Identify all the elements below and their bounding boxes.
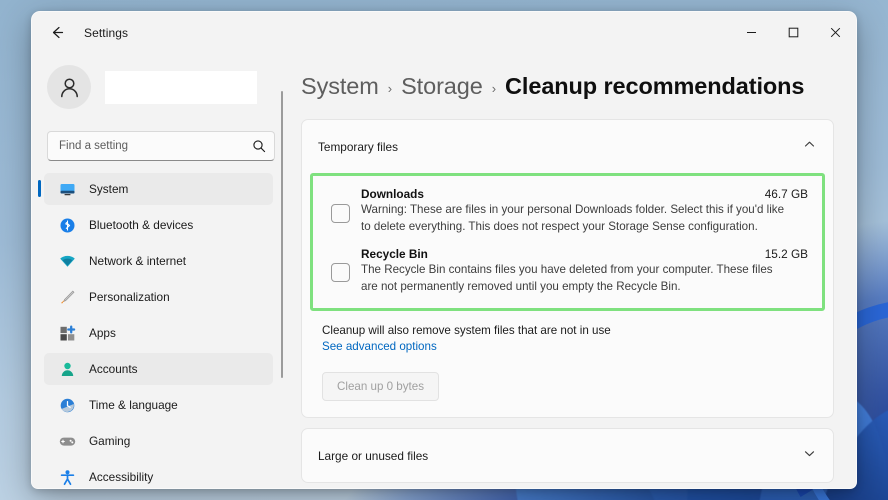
breadcrumb: System › Storage › Cleanup recommendatio… — [301, 53, 834, 109]
sidebar-item-label: System — [89, 182, 129, 196]
sidebar: System Bluetooth & devices — [32, 53, 287, 488]
sidebar-scrollbar[interactable] — [281, 91, 283, 378]
sidebar-item-label: Gaming — [89, 434, 131, 448]
temporary-files-card-header[interactable]: Temporary files — [302, 120, 833, 173]
cleanup-footer: Cleanup will also remove system files th… — [302, 311, 833, 417]
sidebar-item-accounts[interactable]: Accounts — [44, 353, 273, 385]
see-advanced-options-link[interactable]: See advanced options — [322, 340, 437, 353]
window-controls — [730, 12, 856, 53]
breadcrumb-item-storage[interactable]: Storage — [401, 73, 483, 100]
clock-icon — [58, 396, 76, 414]
app-title: Settings — [84, 25, 129, 40]
apps-grid-icon — [58, 324, 76, 342]
accessibility-icon — [58, 468, 76, 486]
sidebar-item-label: Accessibility — [89, 470, 154, 484]
sidebar-item-network-internet[interactable]: Network & internet — [44, 245, 273, 277]
paintbrush-icon — [58, 288, 76, 306]
minimize-icon — [746, 32, 756, 33]
account-name-redacted — [105, 70, 257, 104]
search-box[interactable] — [47, 131, 275, 161]
sidebar-item-label: Accounts — [89, 362, 138, 376]
chevron-right-icon: › — [387, 80, 393, 96]
account-block[interactable] — [47, 61, 287, 113]
chevron-down-icon[interactable] — [803, 447, 816, 465]
sidebar-item-label: Apps — [89, 326, 116, 340]
downloads-header: Downloads 46.7 GB — [361, 187, 808, 201]
person-icon — [58, 360, 76, 378]
arrow-left-icon — [52, 26, 63, 39]
downloads-body: Downloads 46.7 GB Warning: These are fil… — [361, 187, 808, 235]
sidebar-item-apps[interactable]: Apps — [44, 317, 273, 349]
chevron-right-icon: › — [491, 80, 497, 96]
card-title: Large or unused files — [318, 448, 429, 463]
sidebar-item-label: Bluetooth & devices — [89, 218, 194, 232]
sidebar-item-accessibility[interactable]: Accessibility — [44, 461, 273, 488]
sidebar-item-label: Network & internet — [89, 254, 187, 268]
breadcrumb-item-system[interactable]: System — [301, 73, 379, 100]
highlight-annotation: Downloads 46.7 GB Warning: These are fil… — [310, 173, 825, 311]
large-or-unused-files-card: Large or unused files — [301, 428, 834, 483]
wifi-icon — [58, 252, 76, 270]
recycle-bin-checkbox[interactable] — [331, 263, 350, 282]
sidebar-item-time-language[interactable]: Time & language — [44, 389, 273, 421]
cleanup-item-recycle-bin: Recycle Bin 15.2 GB The Recycle Bin cont… — [313, 243, 822, 308]
content-area: System › Storage › Cleanup recommendatio… — [287, 53, 856, 488]
maximize-icon — [788, 27, 798, 38]
sidebar-nav: System Bluetooth & devices Network & int… — [38, 173, 287, 488]
recycle-bin-description: The Recycle Bin contains files you have … — [361, 263, 773, 293]
page-title: Cleanup recommendations — [505, 72, 805, 99]
downloads-checkbox[interactable] — [331, 204, 350, 223]
large-or-unused-files-card-header[interactable]: Large or unused files — [302, 429, 833, 482]
close-icon — [830, 27, 840, 38]
clean-up-button[interactable]: Clean up 0 bytes — [322, 372, 440, 401]
sidebar-item-personalization[interactable]: Personalization — [44, 281, 273, 313]
close-button[interactable] — [814, 12, 856, 53]
title-bar[interactable]: Settings — [32, 12, 856, 53]
search-icon[interactable] — [252, 139, 266, 153]
sidebar-item-label: Personalization — [89, 290, 170, 304]
recycle-bin-size: 15.2 GB — [764, 247, 808, 261]
recycle-bin-header: Recycle Bin 15.2 GB — [361, 247, 808, 261]
sidebar-item-gaming[interactable]: Gaming — [44, 425, 273, 457]
card-title: Temporary files — [318, 139, 398, 154]
downloads-title: Downloads — [361, 187, 424, 201]
maximize-button[interactable] — [772, 12, 814, 53]
minimize-button[interactable] — [730, 12, 772, 53]
cleanup-note: Cleanup will also remove system files th… — [322, 324, 611, 337]
settings-window: Settings Find a setting System Bluetooth… — [31, 11, 857, 489]
monitor-icon — [58, 180, 76, 198]
downloads-description: Warning: These are files in your persona… — [361, 203, 785, 233]
back-button[interactable] — [40, 18, 74, 48]
window-body: System Bluetooth & devices — [32, 53, 856, 488]
sidebar-item-system[interactable]: System — [38, 173, 273, 205]
temporary-files-card: Temporary files Downloads 46.7 GB Warnin… — [301, 119, 834, 418]
search-input[interactable] — [59, 140, 252, 152]
avatar — [47, 65, 91, 109]
cleanup-item-downloads: Downloads 46.7 GB Warning: These are fil… — [313, 176, 822, 243]
chevron-up-icon[interactable] — [803, 138, 816, 156]
person-avatar-icon — [60, 77, 78, 97]
recycle-bin-title: Recycle Bin — [361, 247, 428, 261]
bluetooth-icon — [58, 216, 76, 234]
gamepad-icon — [58, 432, 76, 450]
sidebar-item-bluetooth-devices[interactable]: Bluetooth & devices — [44, 209, 273, 241]
recycle-bin-body: Recycle Bin 15.2 GB The Recycle Bin cont… — [361, 247, 808, 295]
downloads-size: 46.7 GB — [764, 187, 808, 201]
sidebar-item-label: Time & language — [89, 398, 178, 412]
